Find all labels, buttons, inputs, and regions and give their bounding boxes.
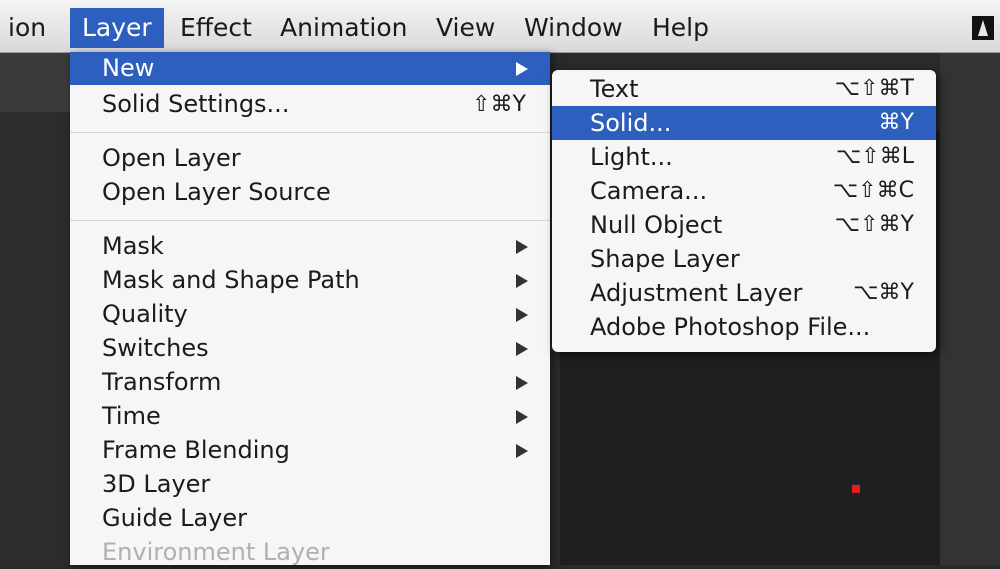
menu-item-label: Environment Layer — [102, 538, 330, 566]
menu-item-environment-layer: Environment Layer — [70, 536, 550, 569]
submenu-arrow-icon — [516, 308, 528, 322]
menu-item-label: Solid... — [590, 109, 672, 137]
menu-help[interactable]: Help — [640, 8, 721, 48]
menu-item-new[interactable]: New — [70, 52, 550, 85]
menu-effect[interactable]: Effect — [168, 8, 264, 48]
menu-item-label: Frame Blending — [102, 436, 290, 464]
right-panel — [940, 52, 1000, 565]
shortcut-label: ⌥⇧⌘T — [834, 76, 914, 101]
menu-window[interactable]: Window — [512, 8, 635, 48]
shortcut-label: ⌥⇧⌘L — [835, 144, 914, 169]
menu-item-label: Adjustment Layer — [590, 279, 803, 307]
submenu-item-adjustment-layer[interactable]: Adjustment Layer ⌥⌘Y — [552, 276, 936, 310]
menu-item-solid-settings[interactable]: Solid Settings... ⇧⌘Y — [70, 88, 550, 121]
menu-item-label: Open Layer — [102, 144, 241, 172]
menu-animation[interactable]: Animation — [268, 8, 419, 48]
menu-item-label: Null Object — [590, 211, 723, 239]
submenu-arrow-icon — [516, 410, 528, 424]
menu-item-transform[interactable]: Transform — [70, 366, 550, 399]
menu-item-label: Open Layer Source — [102, 178, 331, 206]
menu-item-open-layer[interactable]: Open Layer — [70, 142, 550, 175]
submenu-arrow-icon — [516, 240, 528, 254]
menu-item-switches[interactable]: Switches — [70, 332, 550, 365]
menu-item-guide-layer[interactable]: Guide Layer — [70, 502, 550, 535]
menu-bar: ion Layer Effect Animation View Window H… — [0, 0, 1000, 53]
menu-item-frame-blending[interactable]: Frame Blending — [70, 434, 550, 467]
red-marker — [852, 485, 860, 493]
submenu-item-solid[interactable]: Solid... ⌘Y — [552, 106, 936, 140]
menu-item-label: Solid Settings... — [102, 90, 290, 118]
submenu-arrow-icon — [516, 62, 528, 76]
menu-item-quality[interactable]: Quality — [70, 298, 550, 331]
shortcut-label: ⇧⌘Y — [472, 92, 526, 117]
menu-separator — [70, 220, 550, 221]
menu-separator — [70, 132, 550, 133]
menu-item-label: Switches — [102, 334, 209, 362]
submenu-arrow-icon — [516, 376, 528, 390]
new-submenu: Text ⌥⇧⌘T Solid... ⌘Y Light... ⌥⇧⌘L Came… — [552, 70, 936, 352]
menu-item-label: New — [102, 54, 155, 82]
menu-layer[interactable]: Layer — [70, 8, 164, 48]
menu-item-3d-layer[interactable]: 3D Layer — [70, 468, 550, 501]
menu-item-label: Time — [102, 402, 161, 430]
menu-item-label: 3D Layer — [102, 470, 211, 498]
submenu-arrow-icon — [516, 274, 528, 288]
menu-item-label: Light... — [590, 143, 673, 171]
toolbar-strip — [0, 52, 70, 112]
layer-menu: New Solid Settings... ⇧⌘Y Open Layer Ope… — [70, 52, 550, 566]
menu-item-label: Adobe Photoshop File... — [590, 313, 871, 341]
shortcut-label: ⌘Y — [878, 110, 914, 135]
menu-item-label: Transform — [102, 368, 222, 396]
menu-item-label: Guide Layer — [102, 504, 248, 532]
menu-composition[interactable]: ion — [0, 8, 58, 48]
menu-item-label: Camera... — [590, 177, 708, 205]
menu-item-mask-and-shape-path[interactable]: Mask and Shape Path — [70, 264, 550, 297]
menu-item-open-layer-source[interactable]: Open Layer Source — [70, 176, 550, 209]
submenu-item-camera[interactable]: Camera... ⌥⇧⌘C — [552, 174, 936, 208]
submenu-item-photoshop-file[interactable]: Adobe Photoshop File... — [552, 310, 936, 344]
shortcut-label: ⌥⇧⌘C — [832, 178, 914, 203]
menu-item-time[interactable]: Time — [70, 400, 550, 433]
menu-item-label: Mask — [102, 232, 164, 260]
submenu-item-text[interactable]: Text ⌥⇧⌘T — [552, 72, 936, 106]
submenu-arrow-icon — [516, 444, 528, 458]
menu-item-mask[interactable]: Mask — [70, 230, 550, 263]
menu-item-label: Text — [590, 75, 639, 103]
shortcut-label: ⌥⌘Y — [853, 280, 914, 305]
menu-item-label: Shape Layer — [590, 245, 740, 273]
adobe-logo-icon — [972, 16, 994, 40]
project-panel — [0, 112, 71, 565]
shortcut-label: ⌥⇧⌘Y — [834, 212, 914, 237]
submenu-item-shape-layer[interactable]: Shape Layer — [552, 242, 936, 276]
submenu-arrow-icon — [516, 342, 528, 356]
menu-view[interactable]: View — [424, 8, 507, 48]
menu-item-label: Quality — [102, 300, 188, 328]
submenu-item-light[interactable]: Light... ⌥⇧⌘L — [552, 140, 936, 174]
submenu-item-null-object[interactable]: Null Object ⌥⇧⌘Y — [552, 208, 936, 242]
menu-item-label: Mask and Shape Path — [102, 266, 360, 294]
